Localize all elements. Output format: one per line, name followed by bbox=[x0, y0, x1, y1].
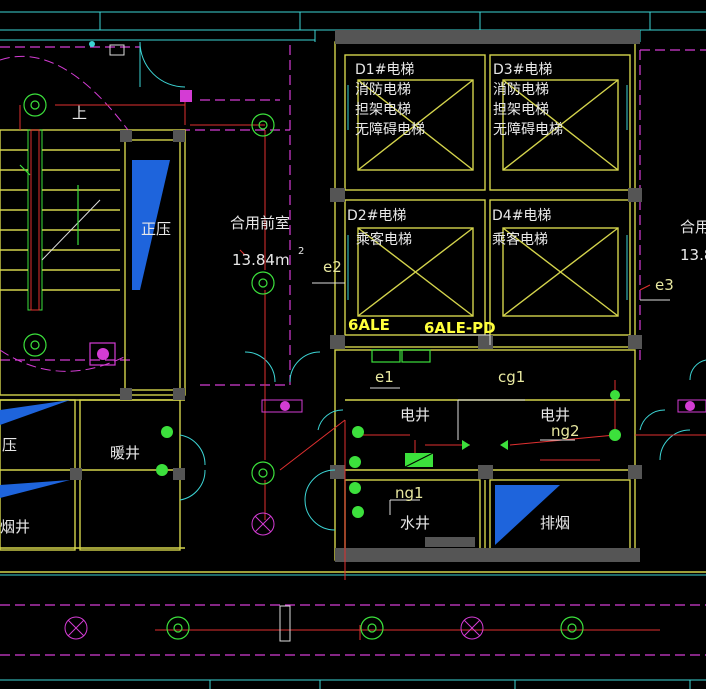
circuit-tags: e2 e3 e1 cg1 ng1 ng2 bbox=[323, 258, 674, 502]
front-room-right-area: 13.8 bbox=[680, 246, 706, 264]
walls bbox=[0, 41, 636, 561]
floor-plan-svg: D1#电梯 消防电梯 担架电梯 无障碍电梯 D3#电梯 消防电梯 担架电梯 无障… bbox=[0, 11, 706, 689]
d2-label-1: D2#电梯 bbox=[347, 208, 406, 224]
staircase bbox=[0, 55, 129, 372]
water-shaft-label: 水井 bbox=[400, 514, 430, 532]
d3-label-3: 担架电梯 bbox=[493, 102, 549, 118]
tag-ng2: ng2 bbox=[551, 422, 580, 440]
panel-6ale-pd: 6ALE-PD bbox=[424, 319, 496, 337]
cad-drawing-canvas[interactable]: D1#电梯 消防电梯 担架电梯 无障碍电梯 D3#电梯 消防电梯 担架电梯 无障… bbox=[0, 0, 706, 689]
panel-labels: 6ALE 6ALE-PD bbox=[348, 316, 496, 337]
tag-cg1: cg1 bbox=[498, 368, 525, 386]
tag-e1: e1 bbox=[375, 368, 394, 386]
d3-label-2: 消防电梯 bbox=[493, 82, 549, 98]
d2-label-2: 乘客电梯 bbox=[356, 231, 412, 248]
d1-label-4: 无障碍电梯 bbox=[355, 122, 425, 138]
d1-label-1: D1#电梯 bbox=[355, 62, 414, 78]
front-room-area-unit: 2 bbox=[298, 246, 304, 257]
pressure-left-label: 压 bbox=[2, 436, 17, 454]
d1-label-3: 担架电梯 bbox=[355, 102, 411, 118]
tag-ng1: ng1 bbox=[395, 484, 424, 502]
d3-label-4: 无障碍电梯 bbox=[493, 122, 563, 138]
front-room-right-label: 合用 bbox=[680, 218, 706, 236]
tag-e3: e3 bbox=[655, 276, 674, 294]
d3-label-1: D3#电梯 bbox=[493, 62, 552, 78]
smoke-left-label: 烟井 bbox=[0, 518, 30, 536]
heating-shaft-label: 暖井 bbox=[110, 444, 140, 462]
panel-6ale: 6ALE bbox=[348, 316, 390, 334]
pressure-label: 正压 bbox=[141, 220, 171, 238]
smoke-exhaust-label: 排烟 bbox=[540, 514, 570, 532]
elec-shaft-1-label: 电井 bbox=[400, 406, 430, 424]
front-room-label: 合用前室 bbox=[230, 214, 290, 232]
stair-up-label: 上 bbox=[72, 104, 87, 122]
d4-label-2: 乘客电梯 bbox=[492, 231, 548, 248]
tag-e2: e2 bbox=[323, 258, 342, 276]
front-room-area: 13.84m bbox=[232, 251, 290, 269]
d4-label-1: D4#电梯 bbox=[492, 208, 551, 224]
d1-label-2: 消防电梯 bbox=[355, 82, 411, 98]
